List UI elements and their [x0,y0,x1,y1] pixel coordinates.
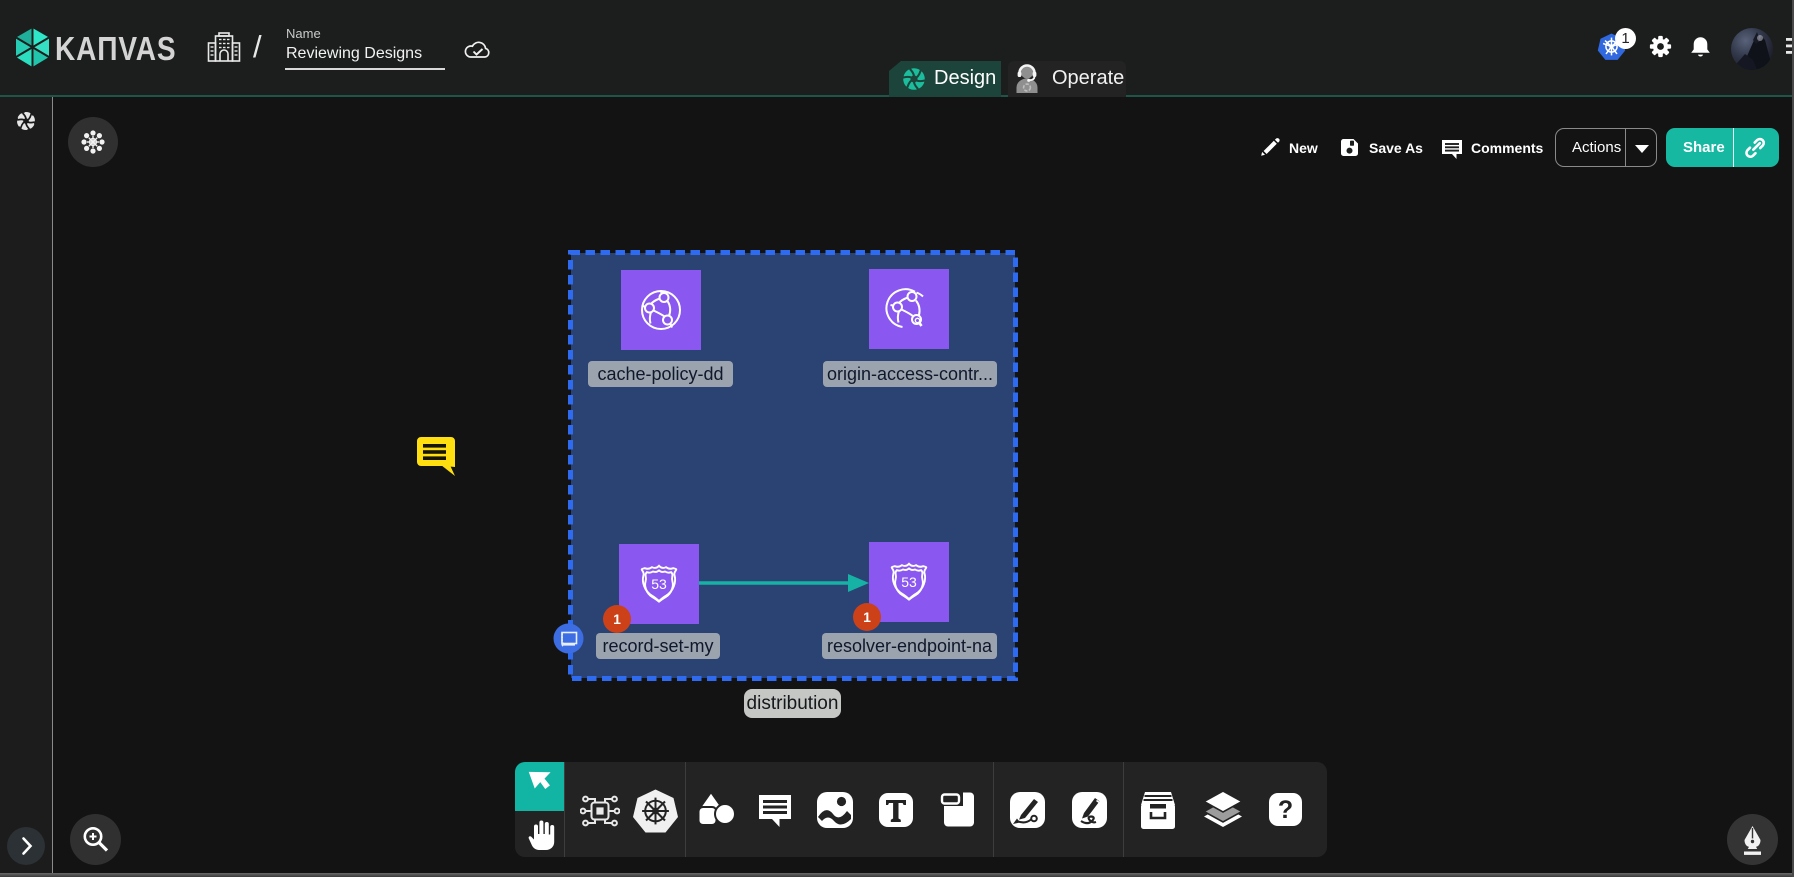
svg-text:53: 53 [901,574,917,590]
svg-text:?: ? [1278,796,1293,824]
svg-text:53: 53 [651,576,667,592]
